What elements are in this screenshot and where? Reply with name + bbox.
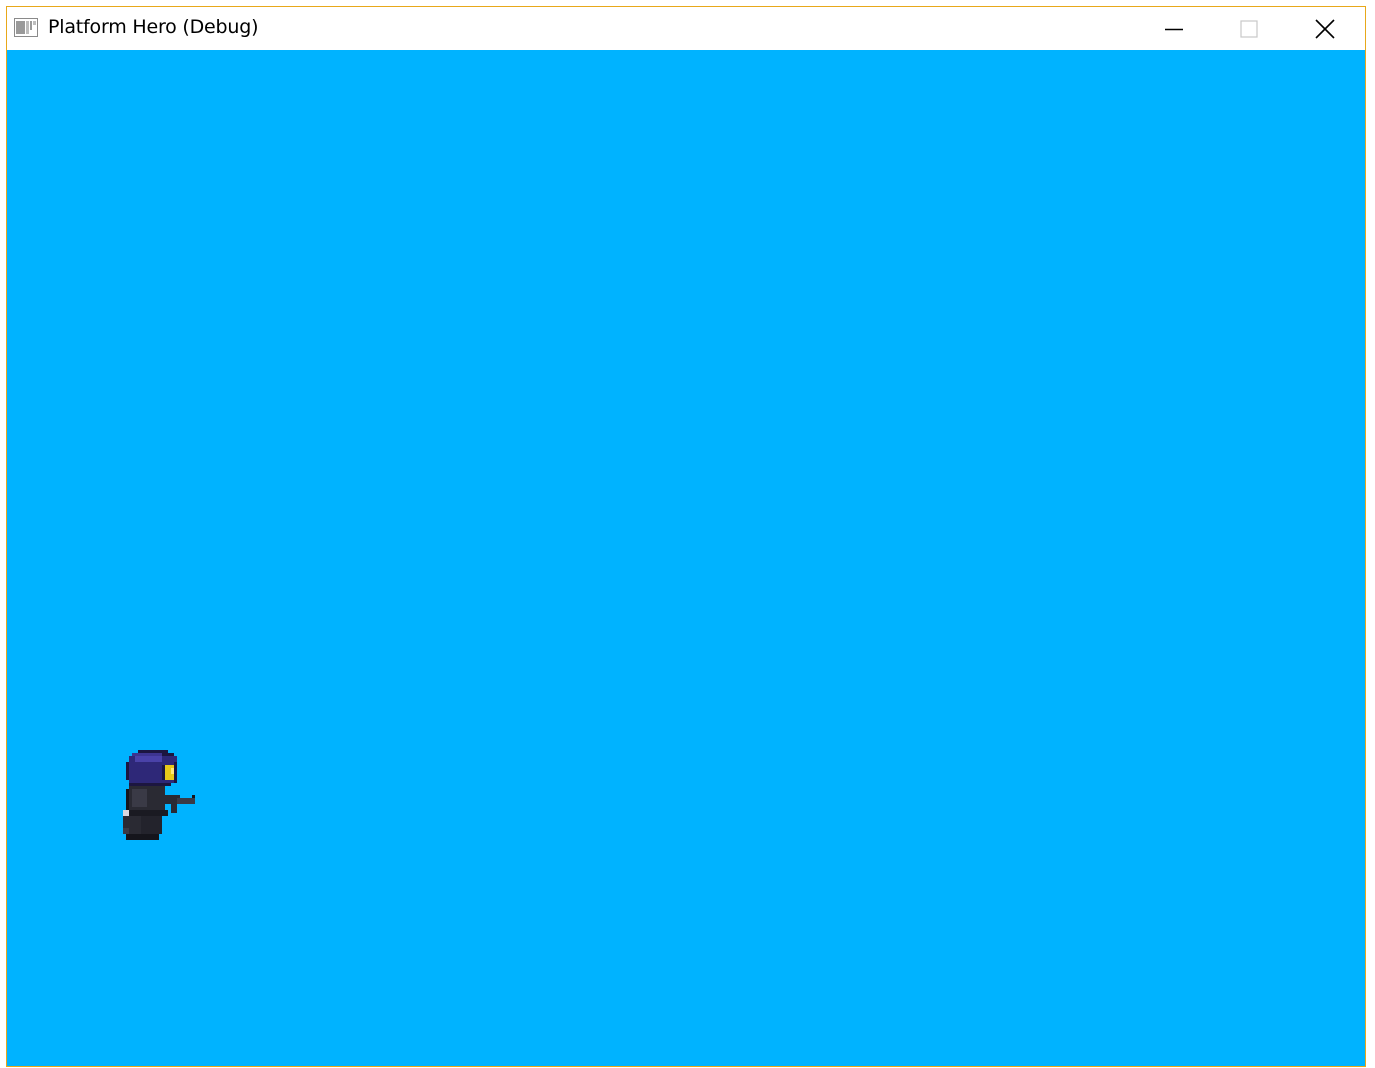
close-icon [1315, 18, 1335, 39]
close-button[interactable] [1290, 7, 1360, 50]
minimize-icon [1165, 28, 1183, 30]
app-window: Platform Hero (Debug) [6, 6, 1366, 1067]
maximize-button[interactable] [1214, 7, 1284, 50]
app-icon [14, 18, 38, 37]
minimize-button[interactable] [1139, 7, 1209, 50]
window-title: Platform Hero (Debug) [48, 16, 259, 38]
title-bar[interactable]: Platform Hero (Debug) [7, 7, 1365, 50]
game-viewport[interactable] [7, 50, 1365, 1066]
player-character [123, 750, 195, 840]
maximize-icon [1240, 19, 1258, 38]
